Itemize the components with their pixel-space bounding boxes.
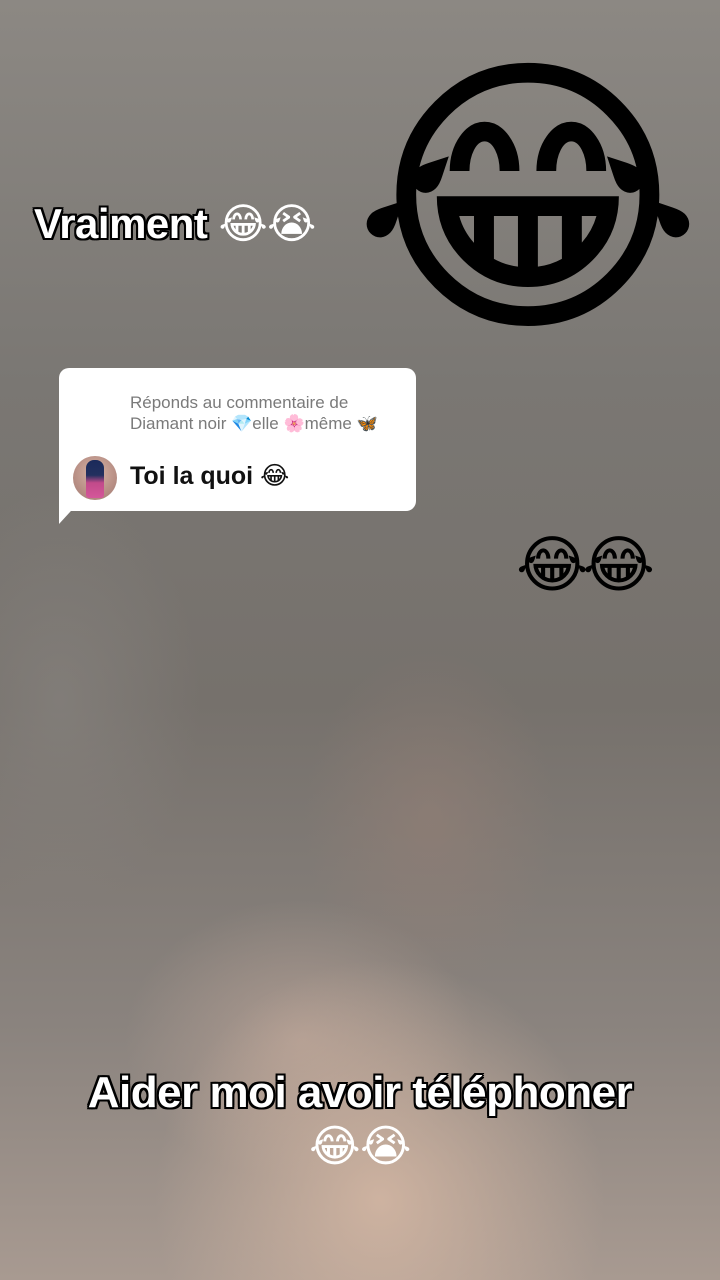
avatar-figure xyxy=(86,460,104,498)
reply-card-header: Réponds au commentaire de Diamant noir 💎… xyxy=(130,393,378,433)
laughing-face-sticker: 😂 xyxy=(352,32,704,368)
bottom-caption-text: Aider moi avoir téléphoner xyxy=(87,1068,633,1117)
top-caption-text: Vraiment xyxy=(34,200,208,247)
top-caption: Vraiment 😂😭 xyxy=(34,196,316,252)
top-caption-emojis: 😂😭 xyxy=(218,200,317,247)
bottom-caption: Aider moi avoir téléphoner 😂😭 xyxy=(0,1066,720,1174)
reply-card-comment: Toi la quoi 😂 xyxy=(130,462,290,490)
bottom-caption-emojis: 😂😭 xyxy=(309,1122,411,1171)
avatar[interactable] xyxy=(73,456,117,500)
side-emojis: 😂😂 xyxy=(516,531,655,600)
reply-comment-card[interactable]: Réponds au commentaire de Diamant noir 💎… xyxy=(59,368,416,511)
